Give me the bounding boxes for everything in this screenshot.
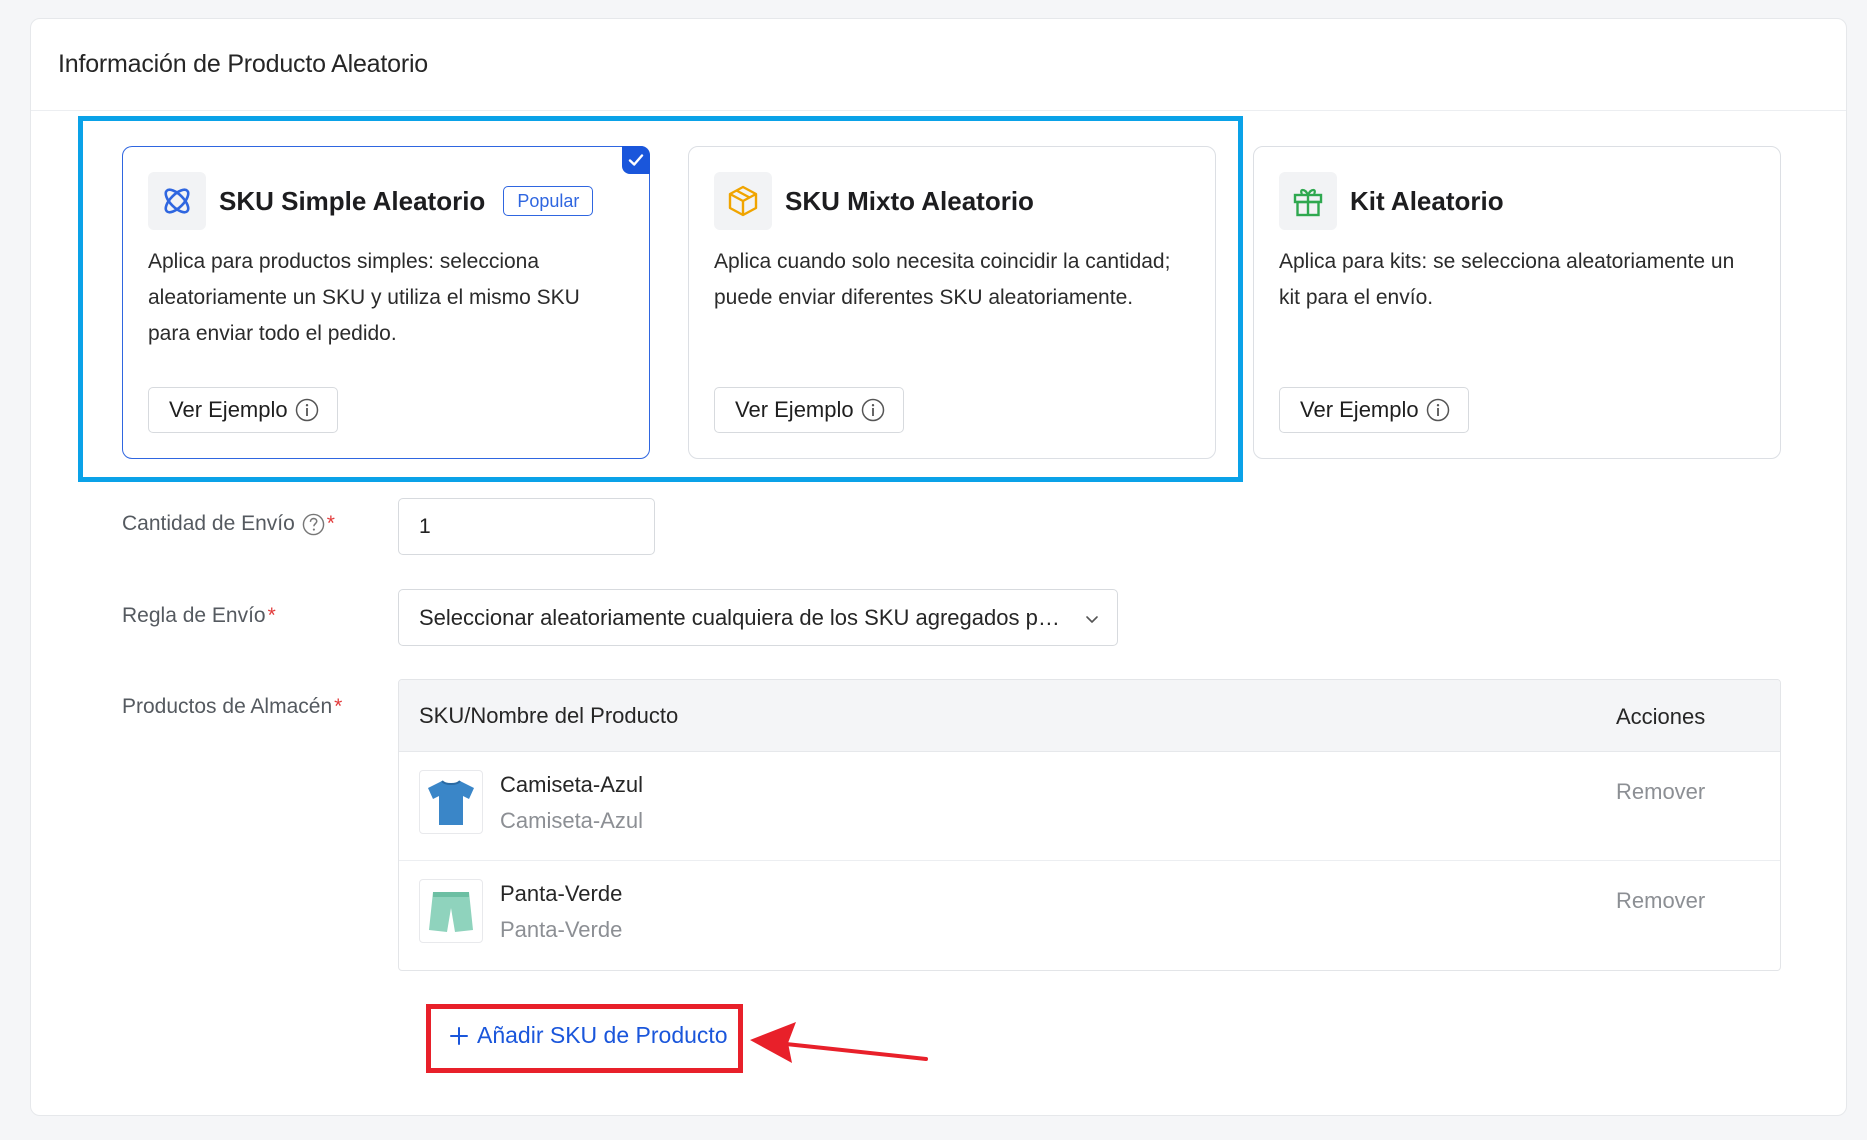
plus-icon [449, 1026, 469, 1046]
popular-badge: Popular [503, 186, 594, 216]
view-example-label: Ver Ejemplo [1300, 397, 1419, 422]
panel-header: Información de Producto Aleatorio [31, 19, 1846, 111]
table-row: Camiseta-Azul Camiseta-Azul Remover [399, 752, 1780, 861]
shipping-qty-label-text: Cantidad de Envío [122, 512, 295, 535]
view-example-label: Ver Ejemplo [735, 397, 854, 422]
required-mark: * [267, 604, 276, 627]
card-sku-simple[interactable]: SKU Simple Aleatorio Popular Aplica para… [122, 146, 650, 459]
remove-button[interactable]: Remover [1616, 779, 1705, 805]
info-icon [295, 398, 319, 422]
shipping-rule-select[interactable]: Seleccionar aleatoriamente cualquiera de… [398, 589, 1118, 646]
box-icon [714, 172, 772, 230]
table-header: SKU/Nombre del Producto Acciones [399, 680, 1780, 752]
remove-button[interactable]: Remover [1616, 888, 1705, 914]
view-example-button[interactable]: Ver Ejemplo [714, 387, 904, 433]
card-description: Aplica para productos simples: seleccion… [148, 250, 580, 345]
chevron-down-icon [1083, 610, 1101, 628]
shipping-rule-label: Regla de Envío * [122, 604, 276, 628]
warehouse-products-label: Productos de Almacén * [122, 695, 342, 719]
view-example-label: Ver Ejemplo [169, 397, 288, 422]
products-table: SKU/Nombre del Producto Acciones Camiset… [398, 679, 1781, 971]
card-sku-mixed[interactable]: SKU Mixto Aleatorio Aplica cuando solo n… [688, 146, 1216, 459]
view-example-button[interactable]: Ver Ejemplo [1279, 387, 1469, 433]
tshirt-icon [419, 770, 483, 834]
product-name: Camiseta-Azul [500, 772, 644, 797]
add-product-sku-label: Añadir SKU de Producto [477, 1022, 728, 1048]
card-random-kit[interactable]: Kit Aleatorio Aplica para kits: se selec… [1253, 146, 1781, 459]
product-sku: Camiseta-Azul [500, 808, 644, 833]
add-product-sku-button[interactable]: Añadir SKU de Producto [449, 1022, 728, 1049]
shipping-rule-label-text: Regla de Envío [122, 604, 266, 627]
warehouse-products-label-text: Productos de Almacén [122, 695, 333, 718]
gift-icon [1279, 172, 1337, 230]
product-name: Panta-Verde [500, 881, 623, 906]
random-product-panel: Información de Producto Aleatorio SKU Si… [30, 18, 1847, 1116]
shipping-qty-input[interactable] [398, 498, 655, 555]
table-row: Panta-Verde Panta-Verde Remover [399, 861, 1780, 970]
column-header-name: SKU/Nombre del Producto [419, 702, 679, 728]
required-mark: * [334, 695, 343, 718]
card-description: Aplica cuando solo necesita coincidir la… [714, 250, 1171, 309]
check-icon [622, 146, 650, 174]
card-title: SKU Mixto Aleatorio [785, 185, 1034, 216]
card-description: Aplica para kits: se selecciona aleatori… [1279, 250, 1735, 309]
atom-icon [148, 172, 206, 230]
column-header-actions: Acciones [1616, 704, 1706, 729]
card-title: Kit Aleatorio [1350, 185, 1504, 216]
card-title: SKU Simple Aleatorio [219, 185, 486, 216]
question-icon[interactable] [302, 513, 325, 536]
panel-title: Información de Producto Aleatorio [58, 50, 429, 78]
required-mark: * [326, 512, 335, 535]
arrow-annotation-icon [750, 1022, 928, 1063]
product-sku: Panta-Verde [500, 917, 623, 942]
info-icon [1426, 398, 1450, 422]
shipping-rule-value: Seleccionar aleatoriamente cualquiera de… [419, 604, 1071, 630]
info-icon [861, 398, 885, 422]
shipping-qty-label: Cantidad de Envío * [122, 512, 335, 536]
view-example-button[interactable]: Ver Ejemplo [148, 387, 338, 433]
shorts-icon [419, 879, 483, 943]
